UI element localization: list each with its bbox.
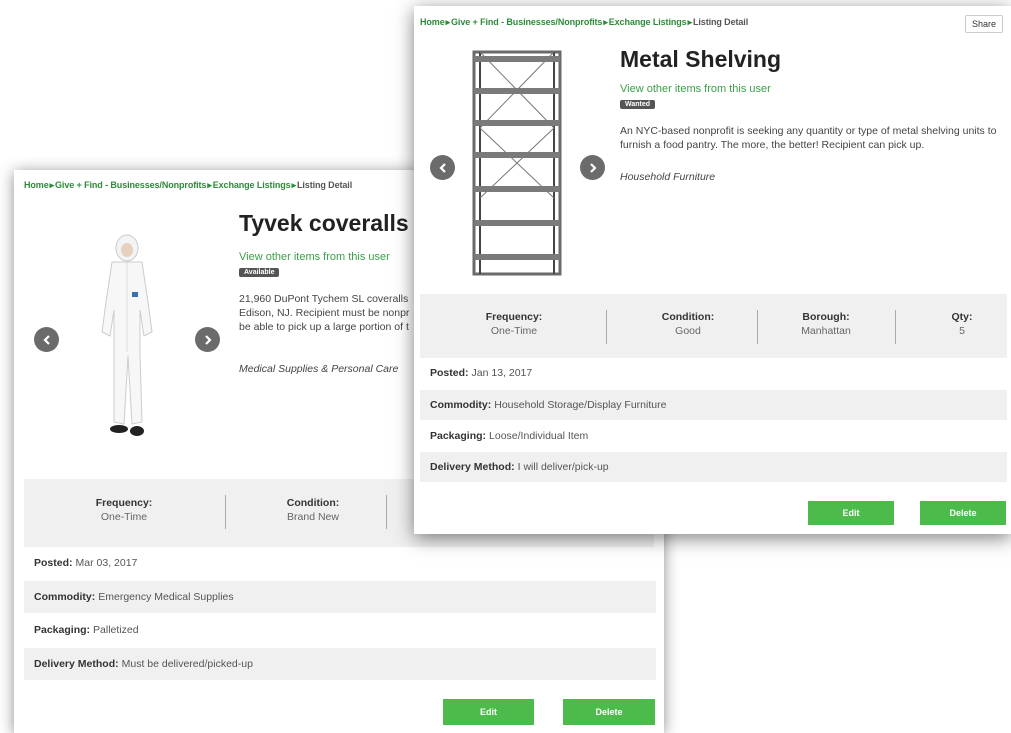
detail-value: Loose/Individual Item xyxy=(489,430,589,442)
detail-value: I will deliver/pick-up xyxy=(517,461,609,473)
chevron-right-icon xyxy=(589,162,597,173)
listing-description: 21,960 DuPont Tychem SL coveralls Edison… xyxy=(239,292,409,334)
breadcrumb-exchange-listings[interactable]: Exchange Listings xyxy=(213,180,291,190)
stat-label: Condition: xyxy=(286,497,340,509)
listing-description: An NYC-based nonprofit is seeking any qu… xyxy=(620,124,1005,152)
stat-value: Brand New xyxy=(287,511,339,523)
detail-posted: Posted: Jan 13, 2017 xyxy=(420,358,1007,388)
description-line: be able to pick up a large portion of t xyxy=(239,321,409,333)
stat-divider xyxy=(895,310,896,344)
detail-commodity: Commodity: Household Storage/Display Furn… xyxy=(420,390,1007,420)
listing-title: Metal Shelving xyxy=(620,46,782,72)
previous-image-button[interactable] xyxy=(430,155,455,180)
chevron-right-icon xyxy=(204,334,212,345)
stat-value: Manhattan xyxy=(801,325,851,337)
stat-label: Condition: xyxy=(661,311,715,323)
detail-label: Delivery Method: xyxy=(430,461,515,473)
listing-card-metal-shelving: Home▸Give + Find - Businesses/Nonprofits… xyxy=(414,6,1011,534)
stat-divider xyxy=(757,310,758,344)
view-other-items-link[interactable]: View other items from this user xyxy=(620,83,771,95)
stat-qty: Qty: 5 xyxy=(912,311,1011,337)
detail-value: Emergency Medical Supplies xyxy=(98,591,234,603)
detail-label: Packaging: xyxy=(430,430,487,442)
stat-divider xyxy=(606,310,607,344)
stat-condition: Condition: Good xyxy=(628,311,748,337)
detail-value: Jan 13, 2017 xyxy=(471,367,533,379)
next-image-button[interactable] xyxy=(195,327,220,352)
description-line: An NYC-based nonprofit is seeking any qu… xyxy=(620,125,997,137)
detail-value: Palletized xyxy=(93,624,139,636)
stat-label: Qty: xyxy=(951,311,973,323)
breadcrumb-separator: ▸ xyxy=(687,17,693,27)
detail-label: Commodity: xyxy=(430,399,492,411)
stat-label: Borough: xyxy=(802,311,850,323)
description-line: Edison, NJ. Recipient must be nonpr xyxy=(239,307,410,319)
stat-label: Frequency: xyxy=(95,497,153,509)
breadcrumb-current: Listing Detail xyxy=(296,180,353,190)
detail-posted: Posted: Mar 03, 2017 xyxy=(24,548,656,578)
status-badge: Wanted xyxy=(620,100,656,109)
detail-value: Mar 03, 2017 xyxy=(75,557,138,569)
detail-label: Packaging: xyxy=(34,624,91,636)
stat-frequency: Frequency: One-Time xyxy=(64,497,184,523)
stat-divider xyxy=(225,495,226,529)
breadcrumb-home[interactable]: Home xyxy=(24,180,49,190)
chevron-left-icon xyxy=(438,162,446,173)
breadcrumb-current: Listing Detail xyxy=(692,17,749,27)
listing-category: Household Furniture xyxy=(620,171,716,183)
previous-image-button[interactable] xyxy=(34,327,59,352)
breadcrumb: Home▸Give + Find - Businesses/Nonprofits… xyxy=(420,17,748,28)
edit-button[interactable]: Edit xyxy=(443,699,534,725)
breadcrumb-separator: ▸ xyxy=(603,17,608,27)
stat-value: One-Time xyxy=(490,325,538,337)
item-photo xyxy=(472,50,562,276)
breadcrumb-give-find[interactable]: Give + Find - Businesses/Nonprofits xyxy=(55,180,206,190)
detail-label: Delivery Method: xyxy=(34,658,119,670)
breadcrumb-separator: ▸ xyxy=(49,180,55,190)
listing-title: Tyvek coveralls xyxy=(239,210,409,236)
listing-category: Medical Supplies & Personal Care xyxy=(239,363,399,375)
detail-label: Posted: xyxy=(430,367,469,379)
stat-value: 5 xyxy=(959,325,965,337)
stat-borough: Borough: Manhattan xyxy=(766,311,886,337)
detail-delivery-method: Delivery Method: I will deliver/pick-up xyxy=(420,452,1007,482)
detail-label: Posted: xyxy=(34,557,73,569)
delete-button[interactable]: Delete xyxy=(563,699,655,725)
detail-packaging: Packaging: Loose/Individual Item xyxy=(420,421,1007,451)
breadcrumb: Home▸Give + Find - Businesses/Nonprofits… xyxy=(24,180,352,191)
stat-condition: Condition: Brand New xyxy=(253,497,373,523)
breadcrumb-separator: ▸ xyxy=(445,17,451,27)
share-button[interactable]: Share xyxy=(965,15,1004,33)
next-image-button[interactable] xyxy=(580,155,605,180)
delete-button[interactable]: Delete xyxy=(920,501,1006,525)
stat-value: Good xyxy=(675,325,701,337)
breadcrumb-exchange-listings[interactable]: Exchange Listings xyxy=(609,17,687,27)
breadcrumb-home[interactable]: Home xyxy=(420,17,445,27)
detail-label: Commodity: xyxy=(34,591,96,603)
item-photo xyxy=(101,234,153,436)
detail-value: Must be delivered/picked-up xyxy=(121,658,253,670)
edit-button[interactable]: Edit xyxy=(808,501,894,525)
stat-label: Frequency: xyxy=(485,311,543,323)
view-other-items-link[interactable]: View other items from this user xyxy=(239,251,390,263)
stat-value: One-Time xyxy=(100,511,148,523)
breadcrumb-separator: ▸ xyxy=(207,180,212,190)
status-badge: Available xyxy=(239,268,280,277)
chevron-left-icon xyxy=(42,334,50,345)
detail-delivery-method: Delivery Method: Must be delivered/picked… xyxy=(24,648,656,680)
stat-divider xyxy=(386,495,387,529)
detail-value: Household Storage/Display Furniture xyxy=(494,399,667,411)
stat-frequency: Frequency: One-Time xyxy=(454,311,574,337)
detail-commodity: Commodity: Emergency Medical Supplies xyxy=(24,581,656,613)
detail-packaging: Packaging: Palletized xyxy=(24,615,656,645)
description-line: furnish a food pantry. The more, the bet… xyxy=(620,139,925,151)
breadcrumb-give-find[interactable]: Give + Find - Businesses/Nonprofits xyxy=(451,17,602,27)
description-line: 21,960 DuPont Tychem SL coveralls xyxy=(239,293,409,305)
breadcrumb-separator: ▸ xyxy=(291,180,297,190)
